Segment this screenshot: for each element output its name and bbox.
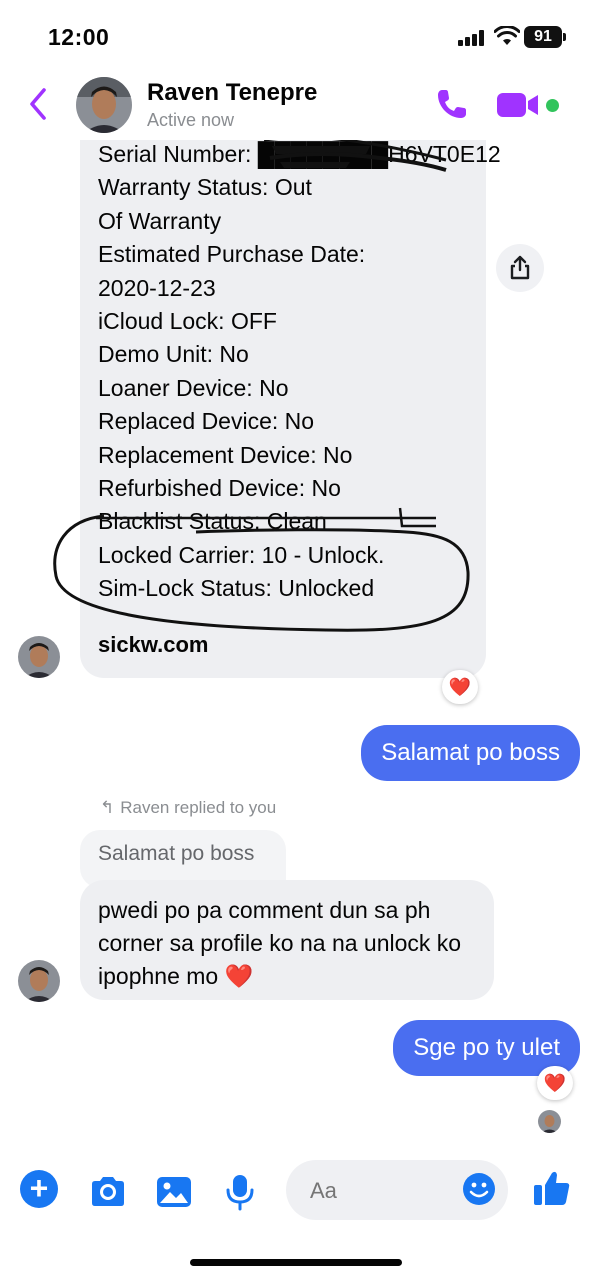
wifi-icon	[494, 26, 520, 45]
contact-name[interactable]: Raven Tenepre	[147, 79, 317, 107]
message-composer: +	[0, 1156, 592, 1226]
message-input[interactable]	[310, 1178, 450, 1204]
back-chevron-icon[interactable]	[24, 86, 52, 122]
incoming-message-text: pwedi po pa comment dun sa ph corner sa …	[98, 897, 462, 989]
contact-avatar[interactable]	[76, 77, 132, 133]
info-line: 2020-12-23	[98, 274, 216, 301]
thumbs-up-icon[interactable]	[532, 1168, 572, 1208]
message-input-pill[interactable]	[286, 1160, 508, 1220]
info-line: Estimated Purchase Date:	[98, 241, 366, 268]
status-bar: 12:00 91	[0, 0, 592, 70]
incoming-message[interactable]: pwedi po pa comment dun sa ph corner sa …	[80, 880, 494, 1000]
cellular-signal-icon	[458, 30, 486, 46]
plus-icon[interactable]: +	[20, 1170, 58, 1208]
emoji-icon[interactable]	[462, 1172, 496, 1206]
camera-icon[interactable]	[88, 1172, 128, 1212]
seen-avatar	[538, 1110, 561, 1133]
battery-indicator: 91	[524, 26, 566, 48]
share-icon	[510, 255, 530, 280]
heart-reaction[interactable]: ❤️	[442, 670, 478, 704]
presence-status: Active now	[147, 110, 235, 130]
info-line: Replaced Device: No	[98, 408, 315, 435]
reply-context: ↰ Raven replied to you	[100, 798, 276, 818]
info-line: Loaner Device: No	[98, 374, 289, 401]
share-button[interactable]	[496, 244, 544, 292]
microphone-icon[interactable]	[220, 1172, 260, 1212]
status-time: 12:00	[48, 24, 110, 50]
info-line: Demo Unit: No	[98, 341, 249, 368]
chat-header: Raven Tenepre Active now	[0, 70, 592, 140]
info-line: Replacement Device: No	[98, 441, 353, 468]
sender-avatar[interactable]	[18, 636, 60, 678]
video-camera-icon[interactable]	[497, 90, 541, 120]
outgoing-message[interactable]: Salamat po boss	[361, 725, 580, 781]
reply-context-label: Raven replied to you	[120, 798, 277, 817]
phone-icon[interactable]	[434, 86, 470, 122]
info-line: Of Warranty	[98, 207, 222, 234]
info-line: Warranty Status: Out	[98, 174, 312, 201]
sender-avatar[interactable]	[18, 960, 60, 1002]
home-indicator	[190, 1259, 402, 1266]
info-line: Refurbished Device: No	[98, 475, 341, 502]
online-indicator	[546, 99, 559, 112]
reply-arrow-icon: ↰	[100, 798, 115, 817]
info-line: iCloud Lock: OFF	[98, 308, 277, 335]
hand-drawn-circle	[53, 507, 470, 632]
heart-emoji: ❤️	[224, 963, 254, 989]
gallery-icon[interactable]	[154, 1172, 194, 1212]
heart-reaction[interactable]: ❤️	[537, 1066, 573, 1100]
